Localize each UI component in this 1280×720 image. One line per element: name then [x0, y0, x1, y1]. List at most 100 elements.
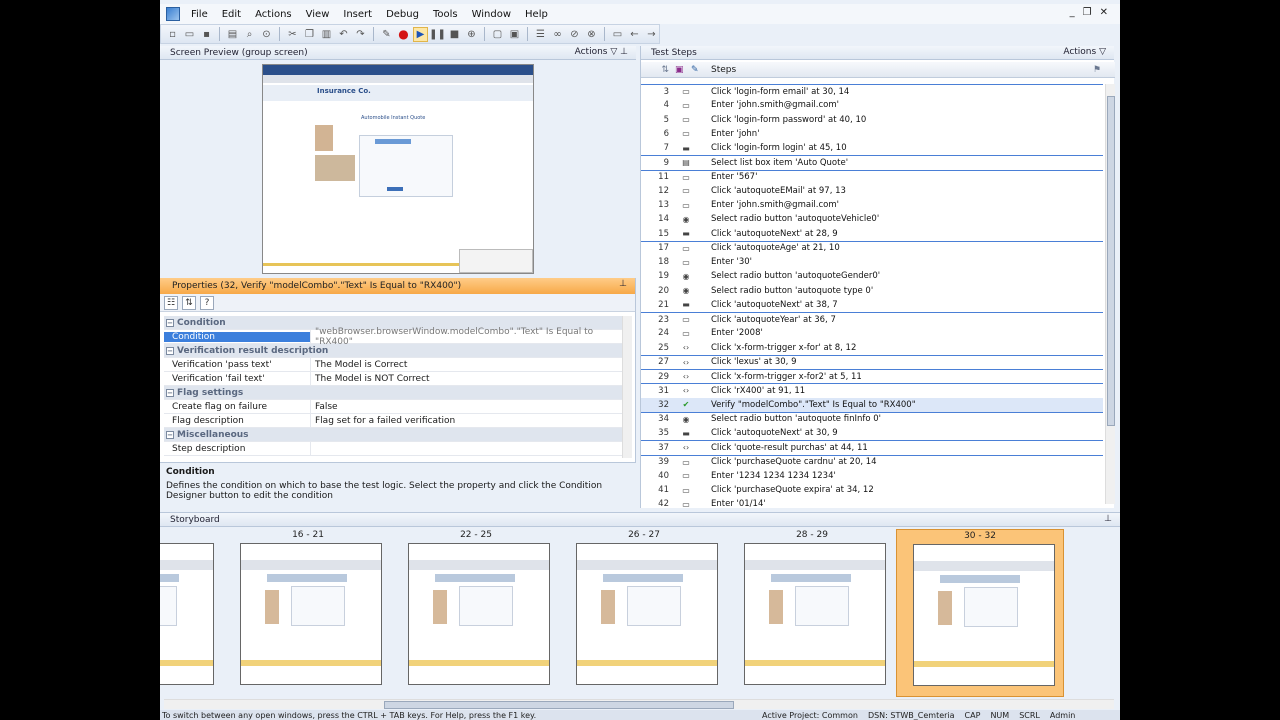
rect-icon[interactable]: ▭ [610, 27, 625, 42]
menu-debug[interactable]: Debug [379, 9, 426, 20]
step-row[interactable]: 9 ▤ Select list box item 'Auto Quote' [641, 155, 1103, 169]
copy-icon[interactable]: ❐ [302, 27, 317, 42]
help-icon[interactable]: ? [200, 295, 214, 310]
step-row[interactable]: 21 ▬ Click 'autoquoteNext' at 38, 7 [641, 298, 1103, 312]
step-row[interactable]: 42 ▭ Enter '01/14' [641, 497, 1103, 511]
step-row[interactable]: 25 ‹› Click 'x-form-trigger x-for' at 8, 1… [641, 341, 1103, 355]
menu-view[interactable]: View [299, 9, 337, 20]
wand-icon[interactable]: ✎ [691, 65, 707, 75]
menu-tools[interactable]: Tools [426, 9, 465, 20]
step-row[interactable]: 11 ▭ Enter '567' [641, 169, 1103, 184]
step-row[interactable]: 19 ◉ Select radio button 'autoquoteGender0… [641, 269, 1103, 283]
step-row[interactable]: 17 ▭ Click 'autoquoteAge' at 21, 10 [641, 240, 1103, 255]
step-row[interactable]: 14 ◉ Select radio button 'autoquoteVehicle… [641, 212, 1103, 226]
step-row[interactable]: 20 ◉ Select radio button 'autoquote type 0… [641, 284, 1103, 298]
print-preview-icon[interactable]: ⌕ [242, 27, 257, 42]
record-icon[interactable]: ● [396, 27, 411, 42]
restore-button[interactable]: ❐ [1083, 7, 1092, 18]
open-icon[interactable]: ▭ [182, 27, 197, 42]
save-icon[interactable]: ▪ [199, 27, 214, 42]
screen-icon[interactable]: ▣ [507, 27, 522, 42]
step-row[interactable]: 37 ‹› Click 'quote-result purchas' at 44, … [641, 440, 1103, 454]
storyboard-frame[interactable]: 26 - 27 [560, 529, 728, 697]
category-flag-settings[interactable]: − Flag settings [164, 386, 624, 400]
step-row[interactable]: 40 ▭ Enter '1234 1234 1234 1234' [641, 469, 1103, 483]
menu-window[interactable]: Window [465, 9, 518, 20]
undo-icon[interactable]: ↶ [336, 27, 351, 42]
storyboard-frame[interactable]: 30 - 32 [896, 529, 1064, 697]
print-icon[interactable]: ▤ [225, 27, 240, 42]
list-icon[interactable]: ☰ [533, 27, 548, 42]
step-row[interactable]: 4 ▭ Enter 'john.smith@gmail.com' [641, 98, 1103, 112]
menu-file[interactable]: File [184, 9, 215, 20]
step-row[interactable]: 3 ▭ Click 'login-form email' at 30, 14 [641, 84, 1103, 98]
storyboard-frame[interactable]: 22 - 25 [392, 529, 560, 697]
window-icon[interactable]: ▢ [490, 27, 505, 42]
menu-help[interactable]: Help [518, 9, 555, 20]
categorized-icon[interactable]: ☷ [164, 295, 178, 310]
step-row[interactable]: 41 ▭ Click 'purchaseQuote expira' at 34, 1… [641, 483, 1103, 497]
step-row[interactable]: 29 ‹› Click 'x-form-trigger x-for2' at 5, … [641, 369, 1103, 383]
test-steps-actions[interactable]: Actions ▽ [1063, 47, 1106, 57]
step-row[interactable]: 27 ‹› Click 'lexus' at 30, 9 [641, 354, 1103, 369]
category-miscellaneous[interactable]: − Miscellaneous [164, 428, 624, 442]
step-text: Click 'autoquoteAge' at 21, 10 [711, 243, 840, 254]
step-row[interactable]: 39 ▭ Click 'purchaseQuote cardnu' at 20, 1… [641, 454, 1103, 469]
step-row[interactable]: 6 ▭ Enter 'john' [641, 127, 1103, 141]
step-row[interactable]: 18 ▭ Enter '30' [641, 255, 1103, 269]
step-row[interactable]: 31 ‹› Click 'rX400' at 91, 11 [641, 383, 1103, 397]
property-condition[interactable]: Condition "webBrowser.browserWindow.mode… [164, 327, 624, 347]
find-icon[interactable]: ⊙ [259, 27, 274, 42]
step-row[interactable]: 12 ▭ Click 'autoquoteEMail' at 97, 13 [641, 184, 1103, 198]
steps-scrollbar[interactable] [1105, 84, 1115, 504]
pen-icon[interactable]: ✎ [379, 27, 394, 42]
step-row[interactable]: 5 ▭ Click 'login-form password' at 40, 10 [641, 113, 1103, 127]
link-icon[interactable]: ∞ [550, 27, 565, 42]
step-row[interactable]: 13 ▭ Enter 'john.smith@gmail.com' [641, 198, 1103, 212]
storyboard-scrollbar[interactable] [164, 699, 1114, 709]
menu-insert[interactable]: Insert [336, 9, 379, 20]
forward-icon[interactable]: → [644, 27, 659, 42]
step-row[interactable]: 32 ✔ Verify "modelCombo"."Text" Is Equal t… [641, 397, 1103, 412]
play-icon[interactable]: ▶ [413, 26, 428, 42]
storyboard-frame[interactable]: 10 - 15 [160, 529, 224, 697]
sort-number-icon[interactable]: ⇅ [641, 65, 675, 75]
storyboard-frame[interactable]: 16 - 21 [224, 529, 392, 697]
menu-edit[interactable]: Edit [215, 9, 248, 20]
group-icon[interactable]: ▣ [675, 65, 691, 75]
property-step-description[interactable]: Step description [164, 442, 624, 456]
steps-column-title[interactable]: Steps [707, 65, 736, 75]
step-row[interactable]: 23 ▭ Click 'autoquoteYear' at 36, 7 [641, 312, 1103, 326]
pin-icon[interactable]: ⊥ [620, 47, 628, 57]
delete-icon[interactable]: ⊗ [584, 27, 599, 42]
pause-icon[interactable]: ❚❚ [429, 27, 446, 42]
property-flag-description[interactable]: Flag description Flag set for a failed v… [164, 414, 624, 428]
flag-icon[interactable]: ⚑ [1093, 65, 1101, 75]
step-row[interactable]: 35 ▬ Click 'autoquoteNext' at 30, 9 [641, 426, 1103, 440]
back-icon[interactable]: ← [627, 27, 642, 42]
step-row[interactable]: 34 ◉ Select radio button 'autoquote finInf… [641, 411, 1103, 426]
property-create-flag[interactable]: Create flag on failure False [164, 400, 624, 414]
property-pass-text[interactable]: Verification 'pass text' The Model is Co… [164, 358, 624, 372]
condition-value[interactable]: "webBrowser.browserWindow.modelCombo"."T… [310, 327, 624, 347]
target-icon[interactable]: ⊕ [464, 27, 479, 42]
close-button[interactable]: ✕ [1100, 7, 1108, 18]
menu-actions[interactable]: Actions [248, 9, 299, 20]
step-row[interactable]: 15 ▬ Click 'autoquoteNext' at 28, 9 [641, 227, 1103, 241]
remove-icon[interactable]: ⊘ [567, 27, 582, 42]
pin-icon[interactable]: ⊥ [1104, 514, 1112, 524]
step-row[interactable]: 7 ▬ Click 'login-form login' at 45, 10 [641, 141, 1103, 155]
new-icon[interactable]: ▫ [165, 27, 180, 42]
minimize-button[interactable]: _ [1070, 7, 1075, 18]
paste-icon[interactable]: ▥ [319, 27, 334, 42]
cut-icon[interactable]: ✂ [285, 27, 300, 42]
property-fail-text[interactable]: Verification 'fail text' The Model is NO… [164, 372, 624, 386]
screen-preview-actions[interactable]: Actions ▽ ⊥ [575, 47, 628, 57]
pin-icon[interactable]: ⊥ [619, 279, 627, 289]
stop-icon[interactable]: ■ [447, 27, 462, 42]
step-row[interactable]: 24 ▭ Enter '2008' [641, 326, 1103, 340]
properties-scrollbar[interactable] [622, 316, 632, 458]
redo-icon[interactable]: ↷ [353, 27, 368, 42]
sort-alpha-icon[interactable]: ⇅ [182, 295, 196, 310]
storyboard-frame[interactable]: 28 - 29 [728, 529, 896, 697]
